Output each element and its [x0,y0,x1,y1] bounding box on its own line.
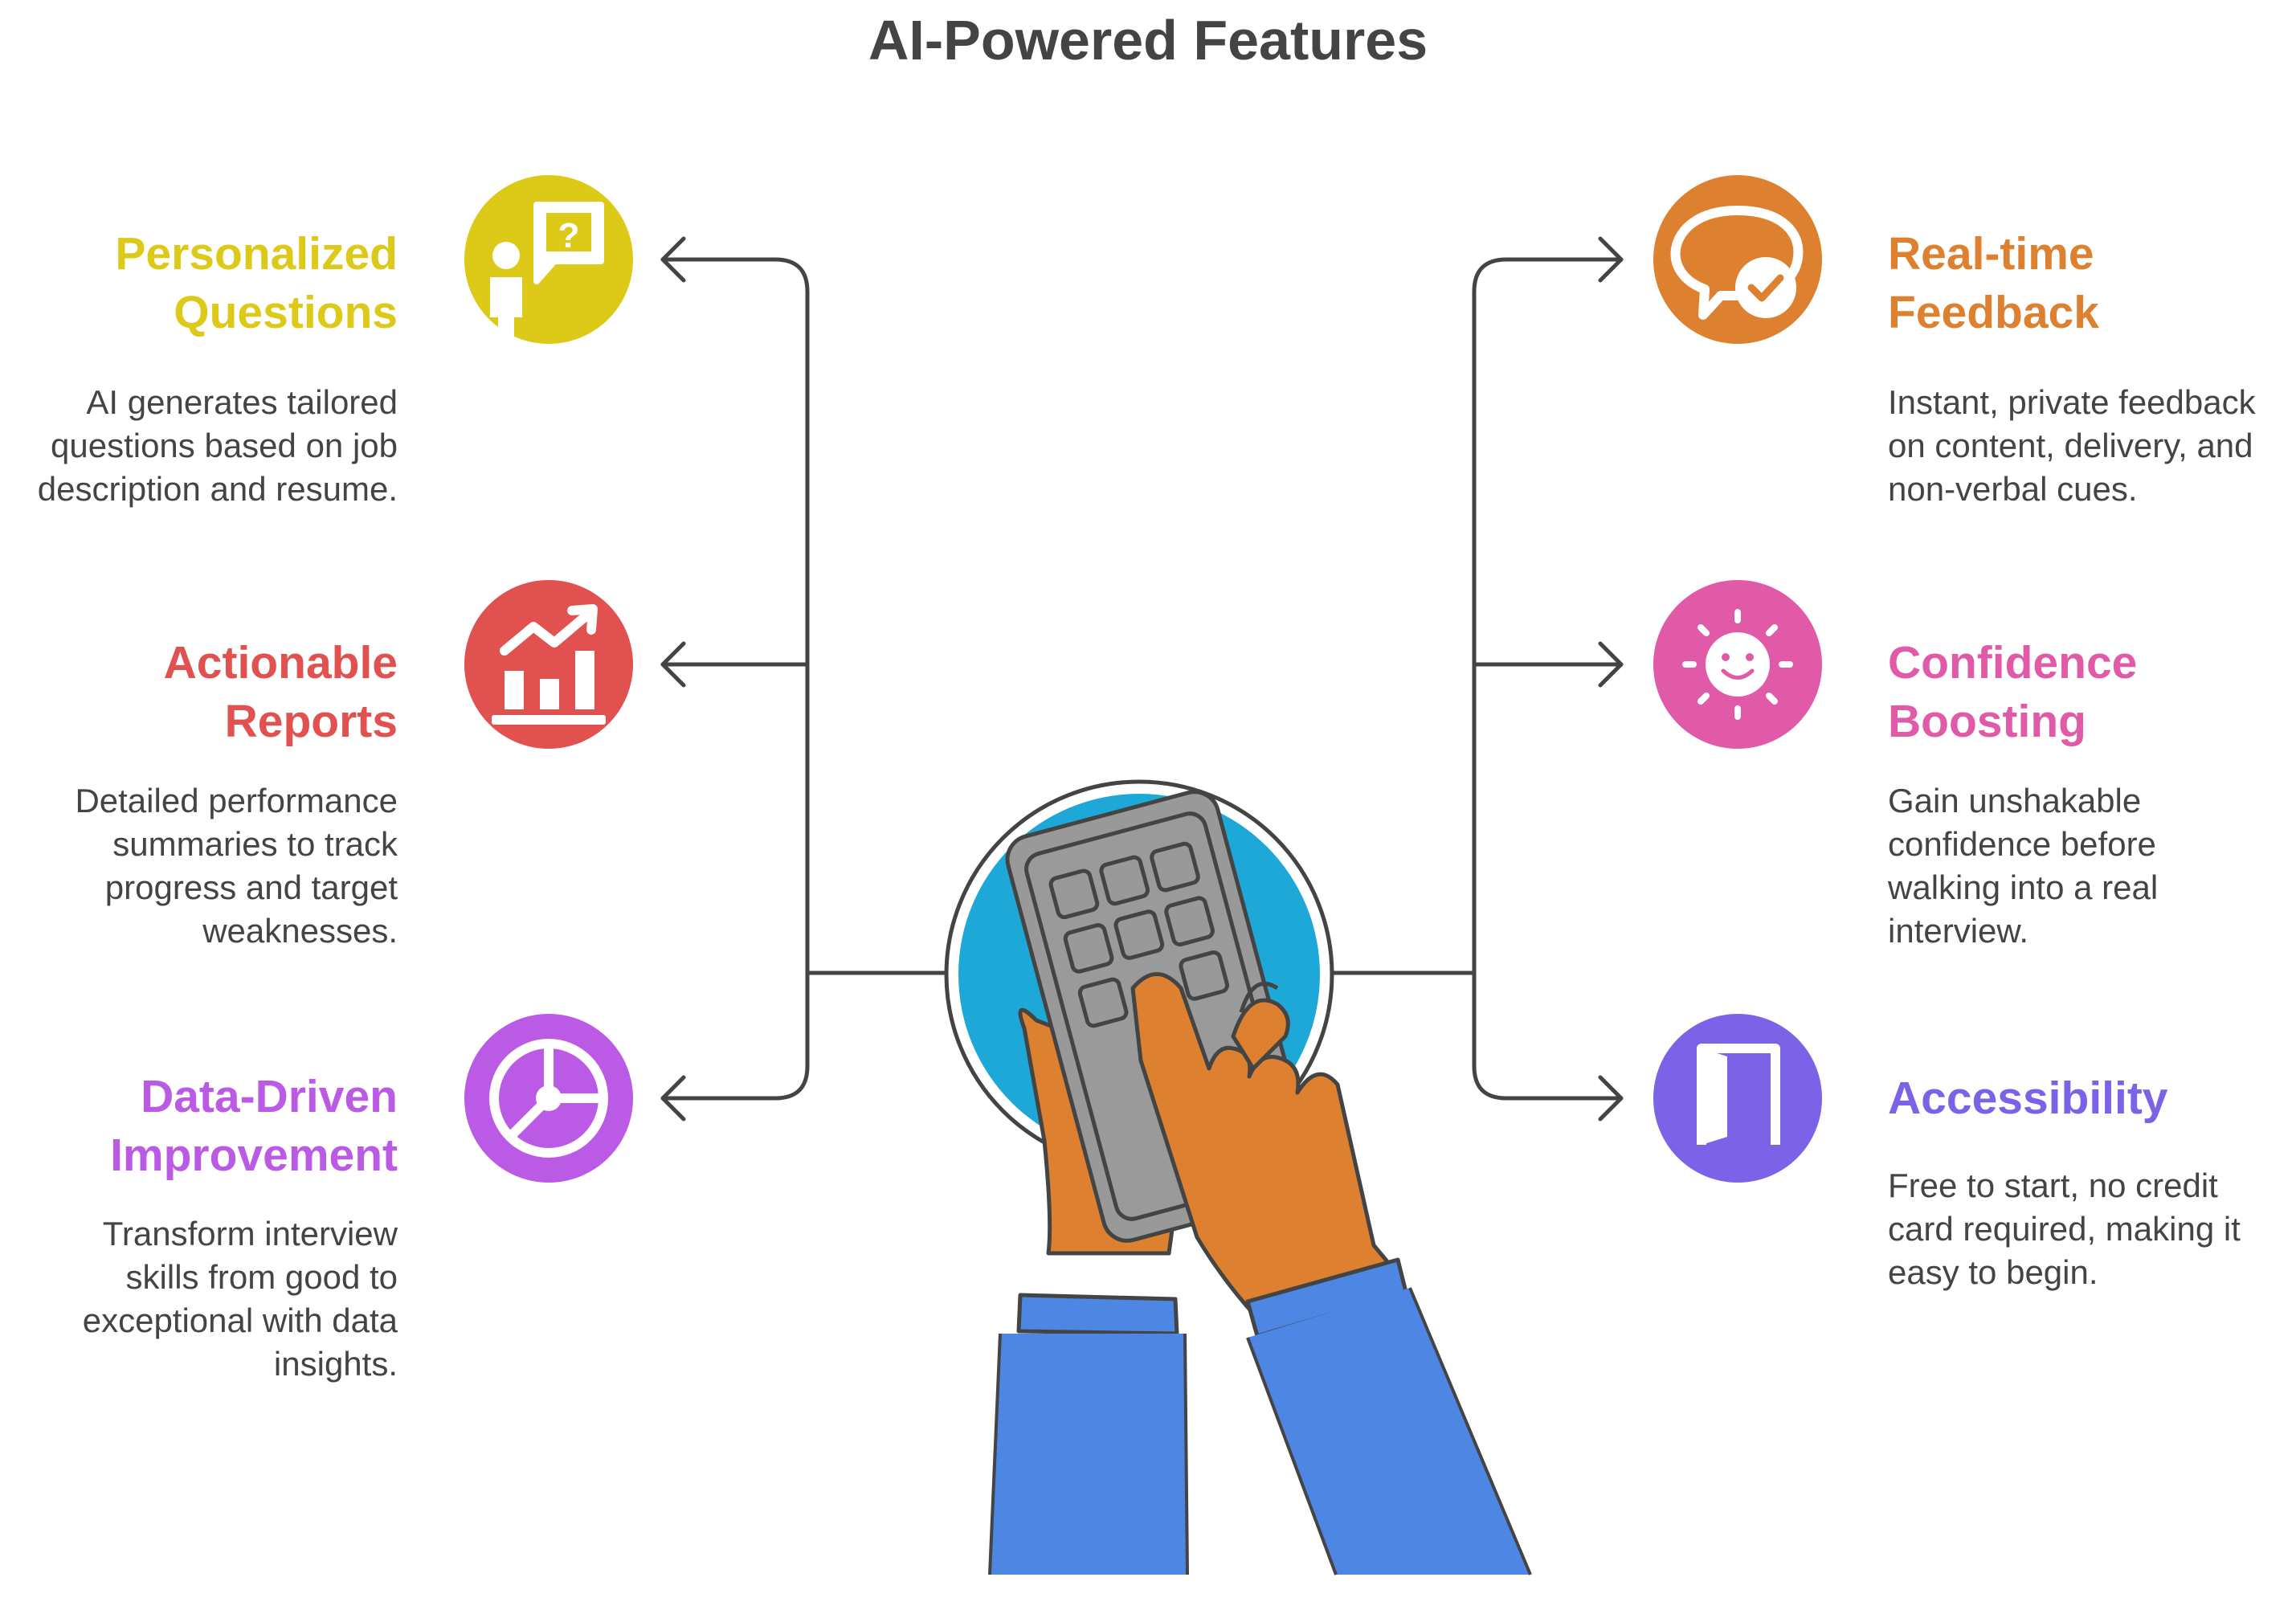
left-cuff [1016,1293,1179,1336]
left-sleeve [990,1334,1187,1575]
personalized-questions-desc: AI generates tailored questions based on… [37,383,398,508]
question-speech-person-icon: ? [464,175,633,347]
open-door-icon [1653,1014,1822,1183]
confidence-boosting-desc: Gain unshakable confidence before walkin… [1888,782,2159,950]
phone-hands-illustration [944,779,1532,1575]
connector-right-trunk [1331,257,1624,1101]
personalized-questions-title: Personalized Questions [115,228,398,338]
accessibility-title: Accessibility [1888,1073,2168,1124]
speech-check-icon [1653,175,1822,344]
right-sleeve [1248,1288,1530,1575]
real-time-feedback-title: Real-time Feedback [1888,228,2099,338]
actionable-reports-title: Actionable Reports [163,637,398,747]
accessibility-desc: Free to start, no credit card required, … [1888,1167,2241,1291]
confidence-boosting-title: Confidence Boosting [1888,637,2138,747]
real-time-feedback-desc: Instant, private feedback on content, de… [1888,383,2256,508]
smiling-sun-icon [1653,580,1822,749]
bar-chart-trend-icon [464,580,633,749]
actionable-reports-desc: Detailed performance summaries to track … [75,782,398,950]
data-driven-improvement-desc: Transform interview skills from good to … [82,1215,398,1383]
pie-chart-icon [464,1014,633,1183]
svg-text:?: ? [558,216,580,255]
connector-left-trunk [660,257,946,1101]
data-driven-improvement-title: Data-Driven Improvement [110,1071,398,1181]
